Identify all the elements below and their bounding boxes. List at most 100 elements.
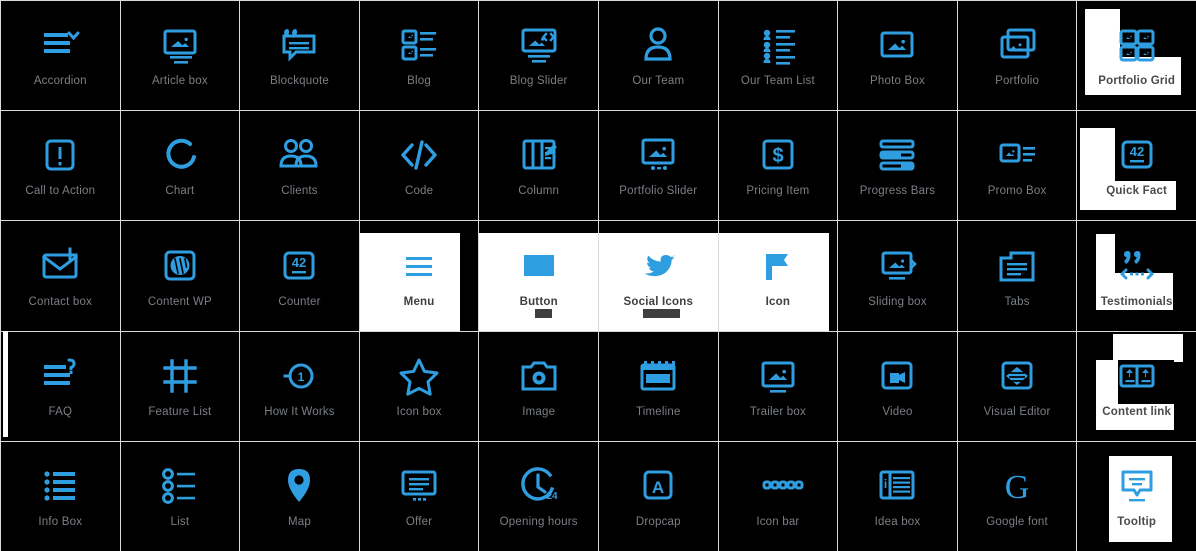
portfolio-grid-icon [1113, 23, 1161, 67]
element-cell-content-wp[interactable]: Content WP [120, 221, 240, 331]
element-cell-list[interactable]: List [120, 441, 240, 551]
sliding-box-icon [873, 244, 921, 288]
element-cell-label: List [170, 516, 190, 529]
element-cell-label: Feature List [148, 405, 212, 418]
menu-icon [395, 244, 443, 288]
element-cell-tabs[interactable]: Tabs [957, 221, 1077, 331]
testimonials-icon [1113, 244, 1161, 288]
element-cell-offer[interactable]: Offer [359, 441, 479, 551]
element-cell-column[interactable]: Column [479, 111, 598, 221]
element-cell-sliding-box[interactable]: Sliding box [838, 221, 957, 331]
repaint-strip-right [828, 221, 838, 331]
element-cell-content-link[interactable]: Content link [1077, 331, 1196, 441]
element-cell-label: How It Works [264, 405, 335, 418]
element-cell-label: Article box [151, 75, 208, 88]
promo-box-icon [993, 133, 1041, 177]
element-cell-feature-list[interactable]: Feature List [120, 331, 240, 441]
label-occlusion [642, 309, 680, 319]
element-cell-dropcap[interactable]: A Dropcap [598, 441, 718, 551]
element-cell-label: Offer [405, 516, 433, 529]
element-cell-label: Info Box [38, 516, 83, 529]
element-cell-our-team[interactable]: Our Team [598, 1, 718, 111]
svg-text:42: 42 [1129, 144, 1143, 159]
how-it-works-icon: 1 [275, 354, 323, 398]
video-icon [873, 354, 921, 398]
svg-text:i: i [884, 477, 887, 491]
element-cell-blockquote[interactable]: Blockquote [240, 1, 359, 111]
blockquote-icon [275, 23, 323, 67]
element-cell-faq[interactable]: FAQ [1, 331, 120, 441]
our-team-icon [634, 23, 682, 67]
element-cell-promo-box[interactable]: Promo Box [957, 111, 1077, 221]
element-cell-label: Blog Slider [509, 75, 568, 88]
faq-icon [36, 354, 84, 398]
element-cell-quick-fact[interactable]: 42 Quick Fact [1077, 111, 1196, 221]
feature-list-icon [156, 354, 204, 398]
contact-box-icon [36, 244, 84, 288]
element-cell-trailer-box[interactable]: Trailer box [718, 331, 838, 441]
element-cell-info-box[interactable]: Info Box [1, 441, 120, 551]
element-cell-icon-bar[interactable]: Icon bar [718, 441, 838, 551]
element-cell-label: Our Team List [740, 75, 815, 88]
element-cell-google-font[interactable]: G Google font [957, 441, 1077, 551]
offer-icon [395, 464, 443, 508]
element-cell-tooltip[interactable]: Tooltip [1077, 441, 1196, 551]
element-cell-our-team-list[interactable]: Our Team List [718, 1, 838, 111]
element-cell-label: Portfolio Grid [1098, 75, 1176, 88]
quick-fact-icon: 42 [1113, 133, 1161, 177]
element-cell-portfolio-slider[interactable]: Portfolio Slider [598, 111, 718, 221]
label-occlusion [535, 309, 553, 319]
element-cell-chart[interactable]: Chart [120, 111, 240, 221]
accordion-icon [36, 23, 84, 67]
element-cell-label: Icon [765, 295, 791, 308]
element-cell-blog[interactable]: Blog [359, 1, 479, 111]
element-cell-testimonials[interactable]: Testimonials [1077, 221, 1196, 331]
element-cell-counter[interactable]: 42 Counter [240, 221, 359, 331]
element-cell-label: Content WP [147, 295, 212, 308]
element-cell-portfolio-grid[interactable]: Portfolio Grid [1077, 1, 1196, 111]
element-cell-photo-box[interactable]: Photo Box [838, 1, 957, 111]
element-cell-visual-editor[interactable]: Visual Editor [957, 331, 1077, 441]
element-cell-social-icons[interactable]: Social Icons [598, 221, 718, 331]
element-cell-code[interactable]: Code [359, 111, 479, 221]
element-cell-clients[interactable]: Clients [240, 111, 359, 221]
element-cell-call-to-action[interactable]: Call to Action [1, 111, 120, 221]
image-icon [515, 354, 563, 398]
repaint-strip [598, 221, 718, 234]
element-cell-opening-hours[interactable]: 24 Opening hours [479, 441, 598, 551]
element-cell-video[interactable]: Video [838, 331, 957, 441]
clients-icon [275, 133, 323, 177]
element-cell-label: FAQ [48, 405, 73, 418]
element-cell-blog-slider[interactable]: Blog Slider [479, 1, 598, 111]
list-icon [156, 464, 204, 508]
element-cell-label: Idea box [874, 516, 921, 529]
tabs-icon [993, 244, 1041, 288]
element-cell-how-it-works[interactable]: 1 How It Works [240, 331, 359, 441]
element-cell-timeline[interactable]: Timeline [598, 331, 718, 441]
element-cell-contact-box[interactable]: Contact box [1, 221, 120, 331]
element-cell-progress-bars[interactable]: Progress Bars [838, 111, 957, 221]
element-cell-button[interactable]: Button [479, 221, 598, 331]
element-cell-label: Column [518, 185, 560, 198]
chart-icon [156, 133, 204, 177]
element-cell-idea-box[interactable]: i Idea box [838, 441, 957, 551]
element-cell-portfolio[interactable]: Portfolio [957, 1, 1077, 111]
icon-flag-icon [754, 244, 802, 288]
blog-slider-icon [515, 23, 563, 67]
element-cell-accordion[interactable]: Accordion [1, 1, 120, 111]
element-cell-menu[interactable]: Menu [359, 221, 479, 331]
element-cell-label: Visual Editor [983, 405, 1051, 418]
element-cell-label: Blockquote [270, 75, 329, 88]
element-cell-label: Contact box [28, 295, 93, 308]
element-cell-icon[interactable]: Icon [718, 221, 838, 331]
article-box-icon [156, 23, 204, 67]
element-cell-article-box[interactable]: Article box [120, 1, 240, 111]
element-cell-label: Button [519, 295, 558, 308]
element-cell-icon-box[interactable]: Icon box [359, 331, 479, 441]
content-link-icon [1113, 354, 1161, 398]
element-cell-pricing-item[interactable]: $ Pricing Item [718, 111, 838, 221]
svg-text:G: G [1005, 469, 1030, 506]
element-cell-map[interactable]: Map [240, 441, 359, 551]
element-cell-image[interactable]: Image [479, 331, 598, 441]
idea-box-icon: i [873, 464, 921, 508]
